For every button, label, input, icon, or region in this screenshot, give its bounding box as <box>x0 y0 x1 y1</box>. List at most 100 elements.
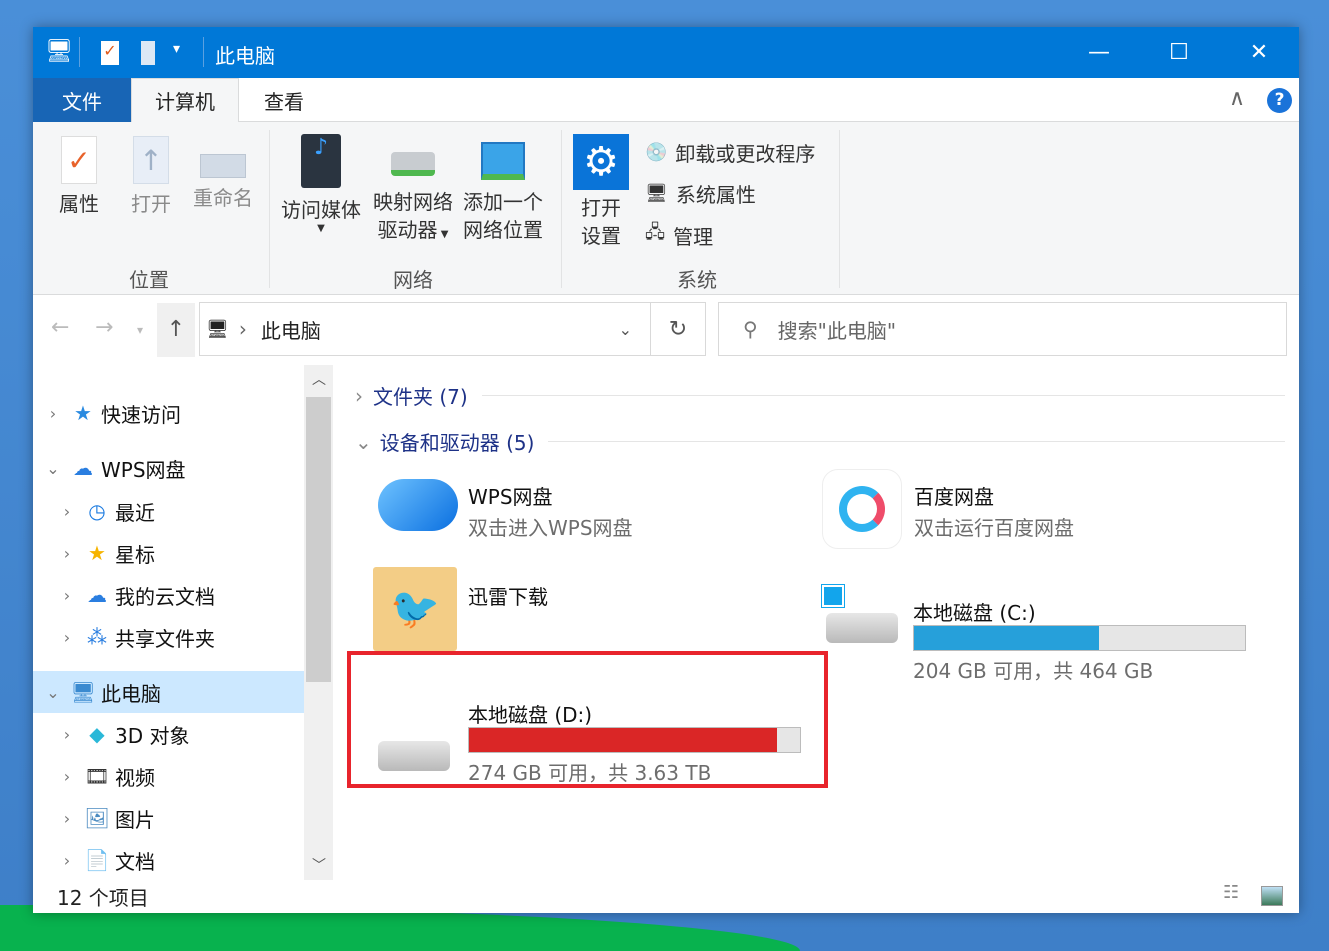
nav-item[interactable]: ›★快速访问 <box>33 392 304 434</box>
baidu-netdisk-icon <box>822 469 902 549</box>
section-folders[interactable]: ›文件夹 (7) <box>355 381 1285 410</box>
address-bar[interactable]: 🖥 › 此电脑 ⌄ <box>199 302 651 356</box>
open-settings-label-2: 设置 <box>571 222 631 250</box>
drive-wps[interactable]: WPS网盘 双击进入WPS网盘 <box>370 465 800 555</box>
drive-name: WPS网盘 <box>468 481 553 510</box>
new-folder-quick-icon[interactable] <box>141 41 155 65</box>
drive-usage-fill <box>914 626 1099 650</box>
close-button[interactable]: ✕ <box>1219 27 1299 78</box>
network-location-icon <box>481 142 525 180</box>
windows-logo-icon <box>822 585 844 607</box>
chevron-right-icon[interactable]: › <box>57 851 77 870</box>
breadcrumb-this-pc[interactable]: 此电脑 <box>261 315 321 344</box>
nav-item[interactable]: › ◆3D 对象 <box>33 713 304 755</box>
refresh-button[interactable]: ↻ <box>651 302 706 356</box>
section-devices[interactable]: ⌄设备和驱动器 (5) <box>355 427 1285 456</box>
open-button[interactable]: ↑ 打开 <box>121 136 181 218</box>
recent-locations-button[interactable]: ▾ <box>137 323 143 337</box>
nav-item-label: 视频 <box>115 762 155 791</box>
scroll-down-button[interactable]: ﹀ <box>312 855 326 875</box>
nav-item-label: 快速访问 <box>101 399 181 428</box>
chevron-right-icon[interactable]: › <box>57 725 77 744</box>
drive-xunlei[interactable]: 🐦 迅雷下载 <box>370 565 800 655</box>
drive-subtitle: 双击运行百度网盘 <box>914 512 1074 541</box>
nav-item-label: 最近 <box>115 497 155 526</box>
video-icon: 🎞 <box>85 764 109 788</box>
help-button[interactable]: ? <box>1267 88 1292 113</box>
rename-button[interactable]: 重命名 <box>187 136 259 212</box>
cloud-icon: ☁ <box>85 583 109 607</box>
title-bar: 🖥 ✓ ▾ 此电脑 — ☐ ✕ <box>33 27 1299 78</box>
computer-icon: 🖥 <box>71 680 95 704</box>
access-media-button[interactable]: ♪ 访问媒体 ▼ <box>277 134 365 234</box>
manage-button[interactable]: 🖧管理 <box>645 220 713 250</box>
customize-quick-access-icon[interactable]: ▾ <box>173 41 180 57</box>
divider <box>203 37 204 67</box>
up-button[interactable]: ↑ <box>157 303 195 357</box>
section-devices-label: 设备和驱动器 (5) <box>380 427 535 456</box>
properties-icon: ✓ <box>61 136 97 184</box>
search-icon: ⚲ <box>743 317 758 341</box>
window-title: 此电脑 <box>215 40 275 69</box>
nav-item-label: WPS网盘 <box>101 454 186 483</box>
drive-c[interactable]: 本地磁盘 (C:) 204 GB 可用，共 464 GB <box>818 565 1248 665</box>
back-button[interactable]: ← <box>51 315 69 340</box>
uninstall-programs-button[interactable]: 💿卸载或更改程序 <box>645 138 815 167</box>
nav-item[interactable]: › ◷最近 <box>33 490 304 532</box>
nav-item[interactable]: ⌄☁WPS网盘 <box>33 447 304 489</box>
chevron-right-icon[interactable]: › <box>57 628 77 647</box>
system-properties-button[interactable]: 🖥系统属性 <box>645 179 756 208</box>
status-bar: 12 个项目 ☷ <box>33 880 1299 913</box>
chevron-down-icon[interactable]: ⌄ <box>43 683 63 702</box>
tab-computer[interactable]: 计算机 <box>131 78 239 123</box>
scroll-up-button[interactable]: ︿ <box>312 369 326 389</box>
chevron-right-icon[interactable]: › <box>43 404 63 423</box>
search-placeholder: 搜索"此电脑" <box>778 315 896 344</box>
computer-icon: 🖥 <box>45 39 73 64</box>
open-settings-button[interactable]: ⚙ 打开 设置 <box>571 134 631 250</box>
chevron-down-icon[interactable]: ⌄ <box>619 320 632 339</box>
nav-item[interactable]: ›🖼图片 <box>33 797 304 839</box>
large-icons-view-button[interactable] <box>1261 886 1283 906</box>
nav-item-label: 3D 对象 <box>115 720 189 749</box>
add-network-location-button[interactable]: 添加一个 网络位置 <box>459 134 547 244</box>
scrollbar-thumb[interactable] <box>306 397 331 682</box>
chevron-right-icon[interactable]: › <box>57 502 77 521</box>
map-network-drive-button[interactable]: 映射网络 驱动器 ▼ <box>369 134 457 249</box>
nav-item[interactable]: ›☁我的云文档 <box>33 574 304 616</box>
divider <box>482 395 1285 396</box>
clock-icon: ◷ <box>85 499 109 523</box>
nav-item[interactable]: ⌄ 🖥此电脑 <box>33 671 304 713</box>
breadcrumb-separator-icon: › <box>239 317 247 341</box>
chevron-right-icon[interactable]: › <box>57 809 77 828</box>
collapse-ribbon-button[interactable]: ∧ <box>1229 86 1245 111</box>
nav-item[interactable]: ›⁂共享文件夹 <box>33 616 304 658</box>
nav-scrollbar[interactable]: ︿ ﹀ <box>304 365 333 880</box>
drive-usage-bar <box>913 625 1246 651</box>
nav-item[interactable]: › 🎞视频 <box>33 755 304 797</box>
nav-item[interactable]: ›★星标 <box>33 532 304 574</box>
uninstall-label: 卸载或更改程序 <box>675 138 815 167</box>
chevron-right-icon[interactable]: › <box>57 767 77 786</box>
properties-label: 属性 <box>49 190 109 218</box>
drive-baidu[interactable]: 百度网盘 双击运行百度网盘 <box>818 465 1248 555</box>
minimize-button[interactable]: — <box>1059 27 1139 78</box>
tab-file[interactable]: 文件 <box>33 78 131 122</box>
cube-icon: ◆ <box>85 722 109 746</box>
properties-quick-icon[interactable]: ✓ <box>101 41 119 65</box>
drive-name: 百度网盘 <box>914 481 994 510</box>
tab-view[interactable]: 查看 <box>239 78 329 122</box>
highlight-annotation-box <box>347 651 828 788</box>
properties-button[interactable]: ✓ 属性 <box>49 136 109 218</box>
maximize-button[interactable]: ☐ <box>1139 27 1219 78</box>
forward-button[interactable]: → <box>95 315 113 340</box>
drive-name: 迅雷下载 <box>468 581 548 610</box>
details-view-button[interactable]: ☷ <box>1223 882 1239 903</box>
nav-item[interactable]: ›📄文档 <box>33 839 304 881</box>
address-row: ← → ▾ ↑ 🖥 › 此电脑 ⌄ ↻ ⚲ 搜索"此电脑" <box>33 295 1299 365</box>
nav-item-label: 此电脑 <box>101 678 161 707</box>
chevron-right-icon[interactable]: › <box>57 544 77 563</box>
search-input[interactable]: ⚲ 搜索"此电脑" <box>718 302 1287 356</box>
chevron-down-icon[interactable]: ⌄ <box>43 459 63 478</box>
chevron-right-icon[interactable]: › <box>57 586 77 605</box>
